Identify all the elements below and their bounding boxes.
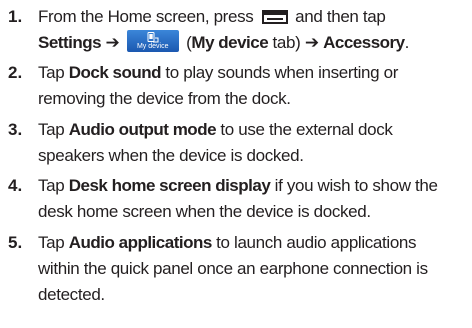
option-name: Dock sound	[68, 63, 162, 82]
step-text-run: From the Home screen, press	[38, 7, 254, 26]
step-line: Settings ➔ My device (My device tab) ➔ A…	[38, 30, 470, 56]
step-line: desk home screen when the device is dock…	[38, 202, 371, 221]
step-number: 5.	[8, 233, 23, 252]
instruction-page: 1. From the Home screen, press and then …	[0, 0, 472, 328]
arrow-icon: ➔	[304, 33, 319, 52]
step-line: within the quick panel once an earphone …	[38, 259, 428, 278]
step-line: Tap Audio applications to launch audio a…	[38, 230, 470, 256]
step-line: Tap Audio output mode to use the externa…	[38, 117, 470, 143]
step-number: 4.	[8, 176, 23, 195]
step-number: 3.	[8, 120, 23, 139]
settings-label: Settings	[38, 33, 102, 52]
step-text-run: .	[404, 33, 410, 52]
step-text-run: Tap	[38, 233, 65, 252]
step-text-run: tab)	[272, 33, 301, 52]
option-name: Desk home screen display	[68, 176, 271, 195]
step-text-run: Tap	[38, 120, 65, 139]
my-device-label: My device	[191, 33, 269, 52]
step-number: 1.	[8, 7, 23, 26]
step-text: Tap Audio output mode to use the externa…	[38, 117, 470, 169]
step-text-run: to play sounds when inserting or	[165, 63, 399, 82]
my-device-icon-label: My device	[136, 43, 169, 50]
step-text-run: to launch audio applications	[216, 233, 417, 252]
arrow-icon: ➔	[105, 33, 120, 52]
step-text: From the Home screen, press and then tap…	[38, 4, 470, 56]
option-name: Audio applications	[68, 233, 213, 252]
option-name: Audio output mode	[68, 120, 217, 139]
step-text: Tap Desk home screen display if you wish…	[38, 173, 470, 225]
step-text-run: if you wish to show the	[274, 176, 438, 195]
step-line: removing the device from the dock.	[38, 89, 291, 108]
step-line: speakers when the device is docked.	[38, 146, 304, 165]
step-text: Tap Dock sound to play sounds when inser…	[38, 60, 470, 112]
my-device-tab-icon: My device	[126, 30, 179, 52]
menu-key-icon	[261, 10, 288, 24]
step-line: Tap Dock sound to play sounds when inser…	[38, 60, 470, 86]
step-number: 2.	[8, 63, 23, 82]
step-line: Tap Desk home screen display if you wish…	[38, 173, 470, 199]
step-line: detected.	[38, 285, 105, 304]
step-text-run: and then tap	[295, 7, 386, 26]
step-text-run: to use the external dock	[220, 120, 393, 139]
step-text-run: Tap	[38, 176, 65, 195]
step-text-run: Tap	[38, 63, 65, 82]
step-text: Tap Audio applications to launch audio a…	[38, 230, 470, 308]
step-line: From the Home screen, press and then tap	[38, 4, 470, 30]
accessory-label: Accessory	[323, 33, 405, 52]
